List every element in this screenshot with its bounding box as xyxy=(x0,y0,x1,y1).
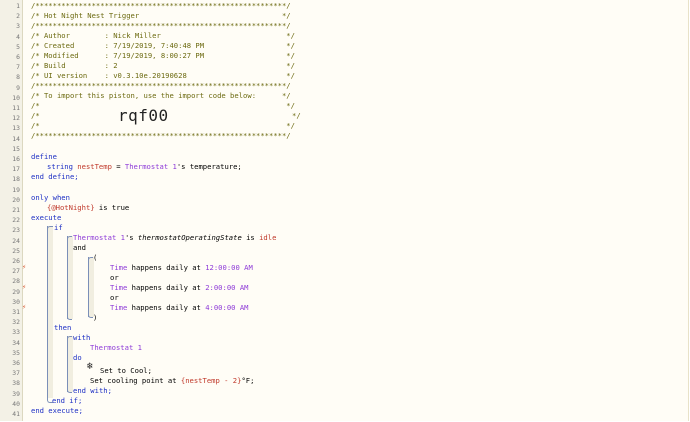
line-number: 12 xyxy=(12,114,20,123)
line-number: 18 xyxy=(12,175,20,184)
line-number: 20 xyxy=(12,195,20,204)
comment-line: /***************************************… xyxy=(31,21,291,30)
restriction-condition[interactable]: {@HotNight} is true xyxy=(47,203,129,213)
line-number: 16 xyxy=(12,155,20,163)
line-number: 36 xyxy=(12,359,20,367)
set-cooling-point-command[interactable]: Set cooling point at {nestTemp - 2}°F; xyxy=(90,376,254,386)
line-number: 4 xyxy=(16,32,20,41)
line-number: 21 xyxy=(12,206,20,214)
line-number: 17 xyxy=(12,165,20,174)
condition-thermostat-state[interactable]: Thermostat 1's thermostatOperatingState … xyxy=(73,233,276,243)
modified-comment: /* Modified : 7/19/2019, 8:00:27 PM */ xyxy=(31,51,295,60)
with-device[interactable]: Thermostat 1 xyxy=(90,343,142,353)
end-define-keyword: end define; xyxy=(31,172,79,181)
then-keyword: then xyxy=(54,323,72,332)
line-number: 31 xyxy=(12,308,20,316)
line-number: 14 xyxy=(12,134,20,143)
line-number: 8 xyxy=(16,73,20,82)
line-number: 35 xyxy=(12,348,20,357)
line-number: 30 xyxy=(12,297,20,306)
line-number: 6 xyxy=(16,53,20,61)
line-number: 9 xyxy=(16,83,20,92)
line-number: 26 xyxy=(12,257,20,265)
comment-line: /***************************************… xyxy=(31,1,291,10)
lightning-icon: ⚡ xyxy=(22,283,27,291)
and-operator[interactable]: and xyxy=(73,243,86,253)
line-number: 28 xyxy=(12,277,20,286)
line-number: 24 xyxy=(12,236,20,245)
piston-code-editor: 1 2 3 4 5 6 7 8 9 10 11 12 13 14 15 16 17 18 19 20 21 22 23 24 2… xyxy=(0,0,689,421)
line-number: 10 xyxy=(12,93,20,102)
define-keyword[interactable]: define xyxy=(31,152,57,162)
import-instructions-comment: /* To import this piston, use the import… xyxy=(31,91,291,100)
line-number: 29 xyxy=(12,287,20,296)
author-comment: /* Author : Nick Miller */ xyxy=(31,31,295,40)
line-number: 22 xyxy=(12,216,20,225)
close-paren: ) xyxy=(93,313,98,322)
line-number-gutter: 1 2 3 4 5 6 7 8 9 10 11 12 13 14 15 16 17 18 19 20 21 22 23 24 2… xyxy=(0,0,23,421)
snowflake-icon: ❄ xyxy=(87,361,94,372)
line-number: 34 xyxy=(12,338,20,347)
line-number: 41 xyxy=(12,410,20,418)
line-number: 13 xyxy=(12,124,20,133)
if-keyword[interactable]: if xyxy=(54,223,63,233)
ui-version-comment: /* UI version : v0.3.10e.20190628 */ xyxy=(31,71,295,80)
end-execute-keyword: end execute; xyxy=(31,406,83,415)
line-number: 1 xyxy=(16,2,20,10)
or-operator[interactable]: or xyxy=(110,293,119,303)
line-number: 39 xyxy=(12,389,20,398)
trigger-time-3[interactable]: Time happens daily at 4:00:00 AM xyxy=(110,303,248,313)
line-number: 33 xyxy=(12,328,20,337)
line-number: 5 xyxy=(16,42,20,51)
line-number: 37 xyxy=(12,369,20,378)
or-operator[interactable]: or xyxy=(110,273,119,283)
lightning-icon: ⚡ xyxy=(22,303,27,311)
line-number: 19 xyxy=(12,185,20,194)
trigger-time-2[interactable]: Time happens daily at 2:00:00 AM xyxy=(110,283,248,293)
line-number: 3 xyxy=(16,22,20,31)
do-keyword: do xyxy=(73,353,82,362)
open-paren: ( xyxy=(93,253,98,262)
trigger-time-1[interactable]: Time happens daily at 12:00:00 AM xyxy=(110,263,253,273)
only-when-keyword[interactable]: only when xyxy=(31,193,70,203)
variable-declaration[interactable]: string nestTemp = Thermostat 1's tempera… xyxy=(47,162,242,172)
line-number: 11 xyxy=(12,104,20,112)
line-number: 2 xyxy=(16,12,20,21)
with-block-bracket xyxy=(67,336,72,393)
end-with-keyword: end with; xyxy=(73,386,112,395)
comment-line: /***************************************… xyxy=(31,131,291,140)
created-comment: /* Created : 7/19/2019, 7:40:48 PM */ xyxy=(31,41,295,50)
execute-keyword: execute xyxy=(31,213,62,222)
lightning-icon: ⚡ xyxy=(22,263,27,271)
line-number: 23 xyxy=(12,226,20,235)
line-number: 40 xyxy=(12,399,20,408)
comment-line: /* xyxy=(31,111,40,120)
if-block-bracket xyxy=(47,226,53,403)
condition-group-bracket xyxy=(67,236,72,320)
line-number: 32 xyxy=(12,318,20,327)
line-number: 7 xyxy=(16,63,20,72)
trigger-group-bracket xyxy=(88,257,93,318)
piston-title-comment: /* Hot Night Nest Trigger */ xyxy=(31,11,291,20)
build-comment: /* Build : 2 */ xyxy=(31,61,295,70)
comment-line: /* */ xyxy=(31,121,295,130)
end-if-keyword: end if; xyxy=(52,396,83,405)
line-number: 27 xyxy=(12,267,20,276)
line-number: 25 xyxy=(12,246,20,255)
line-number: 38 xyxy=(12,379,20,388)
set-cool-command[interactable]: Set to Cool; xyxy=(100,366,152,376)
line-number: 15 xyxy=(12,144,20,153)
with-keyword[interactable]: with xyxy=(73,333,90,343)
comment-line: */ xyxy=(292,111,301,120)
comment-line: /***************************************… xyxy=(31,81,291,90)
